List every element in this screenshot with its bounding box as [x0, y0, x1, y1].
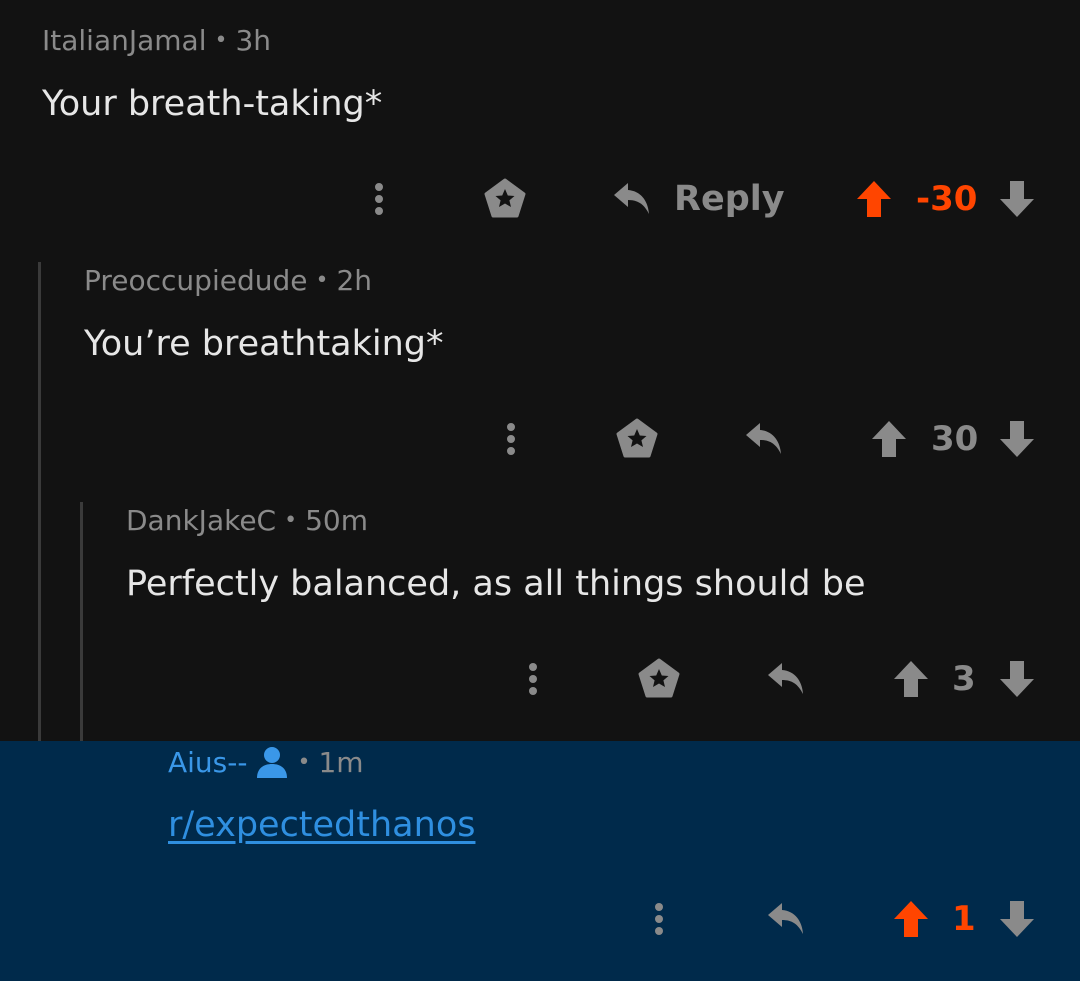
subreddit-link[interactable]: r/expectedthanos [168, 805, 475, 845]
comment-body: You’re breathtaking* [84, 324, 444, 364]
reply-icon[interactable] [764, 654, 808, 704]
upvote-icon[interactable] [891, 894, 931, 944]
vote-score: 1 [952, 899, 976, 939]
award-icon[interactable] [637, 654, 681, 704]
award-icon[interactable] [615, 414, 659, 464]
more-icon[interactable] [369, 174, 389, 224]
meta-separator: • [315, 268, 329, 293]
comment-author[interactable]: Aius-- [168, 746, 247, 779]
comment: ItalianJamal • 3h Your breath-taking* Re… [0, 0, 1080, 240]
comment-meta: Aius-- • 1m [168, 745, 364, 779]
comment-actions: 30 [0, 414, 1080, 464]
upvote-icon[interactable] [869, 414, 909, 464]
comment-age: 50m [305, 504, 368, 537]
comment-author[interactable]: DankJakeC [126, 504, 276, 537]
comment-meta: ItalianJamal • 3h [42, 24, 271, 57]
comment-age: 3h [235, 24, 272, 57]
vote-score: 3 [952, 659, 976, 699]
more-icon[interactable] [501, 414, 521, 464]
comment-highlighted: Aius-- • 1m r/expectedthanos 1 [0, 741, 1080, 981]
user-icon [255, 745, 289, 779]
comment: DankJakeC • 50m Perfectly balanced, as a… [0, 480, 1080, 741]
meta-separator: • [214, 28, 228, 53]
comment-body: Perfectly balanced, as all things should… [126, 564, 866, 604]
downvote-icon[interactable] [997, 654, 1037, 704]
upvote-icon[interactable] [891, 654, 931, 704]
downvote-icon[interactable] [997, 894, 1037, 944]
vote-score: 30 [931, 419, 979, 459]
downvote-icon[interactable] [997, 414, 1037, 464]
comment-author[interactable]: Preoccupiedude [84, 264, 307, 297]
comment-meta: Preoccupiedude • 2h [84, 264, 372, 297]
reply-icon[interactable] [742, 414, 786, 464]
comment-age: 2h [336, 264, 373, 297]
comment-meta: DankJakeC • 50m [126, 504, 368, 537]
comment-actions: 1 [0, 894, 1080, 944]
award-icon[interactable] [483, 174, 527, 224]
comment: Preoccupiedude • 2h You’re breathtaking*… [0, 240, 1080, 480]
more-icon[interactable] [523, 654, 543, 704]
comment-author[interactable]: ItalianJamal [42, 24, 207, 57]
comment-body: Your breath-taking* [42, 84, 383, 124]
comment-age: 1m [318, 745, 364, 779]
reply-icon[interactable] [610, 174, 654, 224]
comment-actions: 3 [0, 654, 1080, 704]
upvote-icon[interactable] [854, 174, 894, 224]
more-icon[interactable] [649, 894, 669, 944]
meta-separator: • [297, 749, 311, 775]
meta-separator: • [284, 508, 298, 533]
comment-actions: Reply -30 [0, 174, 1080, 224]
reply-button[interactable]: Reply [674, 174, 785, 224]
reply-icon[interactable] [764, 894, 808, 944]
vote-score: -30 [916, 179, 978, 219]
downvote-icon[interactable] [997, 174, 1037, 224]
